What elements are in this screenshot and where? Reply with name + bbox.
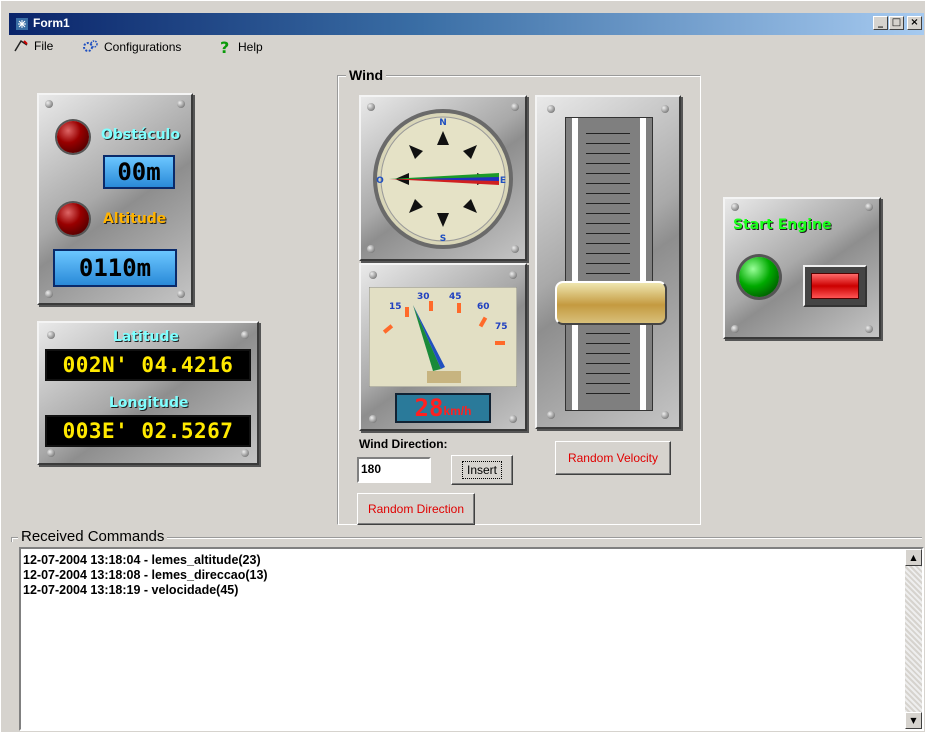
wind-direction-input[interactable]: 180 xyxy=(357,457,431,483)
compass-dial: N S O E xyxy=(373,109,513,249)
log-line: 12-07-2004 13:18:04 - lemes_altitude(23) xyxy=(23,553,261,567)
altitude-label: Altitude xyxy=(103,211,167,227)
menu-configurations-label: Configurations xyxy=(104,40,182,54)
speed-value: 28 xyxy=(414,394,444,422)
screw xyxy=(731,325,739,333)
menu-file[interactable]: File xyxy=(13,39,53,53)
insert-button[interactable]: Insert xyxy=(451,455,513,485)
window-title: Form1 xyxy=(33,16,70,30)
screw xyxy=(47,331,55,339)
speed-panel: 15 30 45 60 75 28 km/h xyxy=(359,263,527,431)
obstacle-label: Obstáculo xyxy=(101,127,181,143)
screw xyxy=(45,100,53,108)
latitude-label: Latitude xyxy=(113,329,180,345)
altitude-led xyxy=(57,203,89,235)
random-velocity-button[interactable]: Random Velocity xyxy=(555,441,671,475)
received-commands-log[interactable]: 12-07-2004 13:18:04 - lemes_altitude(23)… xyxy=(19,547,924,731)
screw xyxy=(547,105,555,113)
screw xyxy=(509,415,517,423)
app-icon xyxy=(16,18,28,30)
longitude-label: Longitude xyxy=(109,395,189,411)
screw xyxy=(241,331,249,339)
gps-panel: Latitude 002N' 04.4216 Longitude 003E' 0… xyxy=(37,321,259,465)
gears-icon xyxy=(83,40,98,52)
screw xyxy=(177,100,185,108)
file-icon xyxy=(14,39,28,52)
screw xyxy=(509,271,517,279)
received-commands-title: Received Commands xyxy=(18,528,168,545)
engine-status-led xyxy=(739,257,779,297)
compass-mark-w: O xyxy=(376,176,384,186)
wind-direction-label: Wind Direction: xyxy=(359,437,448,451)
compass-panel: N S O E xyxy=(359,95,527,261)
screw xyxy=(661,411,669,419)
speed-tick-label: 75 xyxy=(495,322,508,332)
altitude-panel: Obstáculo 00m Altitude 0110m xyxy=(37,93,193,305)
log-line: 12-07-2004 13:18:08 - lemes_direccao(13) xyxy=(23,568,268,582)
screw xyxy=(241,449,249,457)
compass-mark-n: N xyxy=(439,118,447,128)
close-button[interactable]: × xyxy=(907,16,922,30)
speed-tick-label: 60 xyxy=(477,302,490,312)
menu-bar: File Configurations ? Help xyxy=(9,37,909,59)
screw xyxy=(865,325,873,333)
altitude-display: 0110m xyxy=(53,249,177,287)
longitude-display: 003E' 02.5267 xyxy=(45,415,251,447)
latitude-display: 002N' 04.4216 xyxy=(45,349,251,381)
minimize-button[interactable]: _ xyxy=(873,16,888,30)
wind-group-title: Wind xyxy=(346,67,387,83)
log-scrollbar[interactable]: ▲ ▼ xyxy=(905,549,922,729)
speed-unit: km/h xyxy=(443,404,472,418)
velocity-slider-thumb[interactable] xyxy=(555,280,667,325)
main-window: Form1 _ □ × File Configurations ? Help O… xyxy=(0,0,926,733)
menu-help[interactable]: ? Help xyxy=(219,39,263,55)
log-lines: 12-07-2004 13:18:04 - lemes_altitude(23)… xyxy=(23,553,268,598)
maximize-button[interactable]: □ xyxy=(889,16,904,30)
speed-tick-label: 15 xyxy=(389,302,402,312)
svg-text:?: ? xyxy=(220,39,229,55)
question-icon: ? xyxy=(220,39,229,55)
engine-panel: Start Engine xyxy=(723,197,881,339)
menu-configurations[interactable]: Configurations xyxy=(81,39,181,55)
engine-toggle-button[interactable] xyxy=(803,265,867,307)
start-engine-label: Start Engine xyxy=(733,217,832,233)
slider-track-housing xyxy=(565,117,653,411)
speed-display: 28 km/h xyxy=(395,393,491,423)
speed-tick-label: 45 xyxy=(449,292,462,302)
screw xyxy=(865,203,873,211)
obstacle-led xyxy=(57,121,89,153)
compass-mark-e: E xyxy=(500,176,506,186)
screw xyxy=(731,203,739,211)
log-line: 12-07-2004 13:18:19 - velocidade(45) xyxy=(23,583,239,597)
random-direction-button[interactable]: Random Direction xyxy=(357,493,475,525)
screw xyxy=(47,449,55,457)
screw xyxy=(369,271,377,279)
screw xyxy=(369,415,377,423)
insert-button-label: Insert xyxy=(461,461,502,479)
compass-mark-s: S xyxy=(440,234,446,244)
speed-gauge: 15 30 45 60 75 xyxy=(369,287,517,387)
menu-help-label: Help xyxy=(238,40,263,54)
scroll-down-arrow-icon[interactable]: ▼ xyxy=(905,712,922,729)
screw xyxy=(547,411,555,419)
speed-tick-label: 30 xyxy=(417,292,430,302)
obstacle-display: 00m xyxy=(103,155,175,189)
screw xyxy=(45,290,53,298)
scroll-up-arrow-icon[interactable]: ▲ xyxy=(905,549,922,566)
engine-toggle-face xyxy=(811,273,859,299)
menu-file-label: File xyxy=(34,39,54,53)
received-commands-group: Received Commands xyxy=(11,528,922,545)
screw xyxy=(661,105,669,113)
velocity-slider-panel xyxy=(535,95,681,429)
screw xyxy=(177,290,185,298)
title-bar[interactable]: Form1 _ □ × xyxy=(9,13,924,35)
